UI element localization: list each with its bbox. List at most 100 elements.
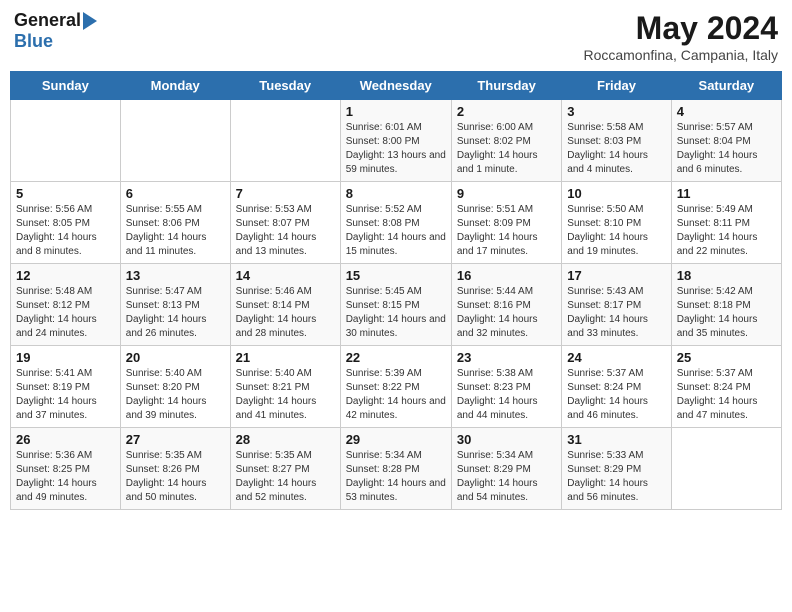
- logo: General Blue: [14, 10, 99, 52]
- calendar-week-row: 19 Sunrise: 5:41 AMSunset: 8:19 PMDayligh…: [11, 346, 782, 428]
- calendar-cell: 17 Sunrise: 5:43 AMSunset: 8:17 PMDayligh…: [562, 264, 671, 346]
- day-info: Sunrise: 5:39 AMSunset: 8:22 PMDaylight:…: [346, 367, 446, 423]
- day-number: 10: [567, 186, 665, 201]
- calendar-cell: 28 Sunrise: 5:35 AMSunset: 8:27 PMDayligh…: [230, 428, 340, 510]
- logo-blue: Blue: [14, 31, 53, 51]
- day-number: 25: [677, 350, 776, 365]
- day-number: 30: [457, 432, 556, 447]
- day-number: 6: [126, 186, 225, 201]
- day-info: Sunrise: 5:52 AMSunset: 8:08 PMDaylight:…: [346, 203, 446, 259]
- month-title: May 2024: [583, 10, 778, 47]
- day-info: Sunrise: 6:01 AMSunset: 8:00 PMDaylight:…: [346, 121, 446, 177]
- logo-triangle-icon: [83, 12, 97, 30]
- page-header: General Blue May 2024 Roccamonfina, Camp…: [10, 10, 782, 63]
- calendar-cell: 11 Sunrise: 5:49 AMSunset: 8:11 PMDayligh…: [671, 182, 781, 264]
- calendar-cell: 16 Sunrise: 5:44 AMSunset: 8:16 PMDayligh…: [451, 264, 561, 346]
- day-info: Sunrise: 5:55 AMSunset: 8:06 PMDaylight:…: [126, 203, 225, 259]
- day-number: 7: [236, 186, 335, 201]
- calendar-cell: 18Sunrise: 5:42 AMSunset: 8:18 PMDayligh…: [671, 264, 781, 346]
- day-number: 9: [457, 186, 556, 201]
- calendar-cell: [11, 100, 121, 182]
- day-info: Sunrise: 5:37 AMSunset: 8:24 PMDaylight:…: [567, 367, 665, 423]
- day-info: Sunrise: 6:00 AMSunset: 8:02 PMDaylight:…: [457, 121, 556, 177]
- calendar-cell: 30 Sunrise: 5:34 AMSunset: 8:29 PMDayligh…: [451, 428, 561, 510]
- day-info: Sunrise: 5:48 AMSunset: 8:12 PMDaylight:…: [16, 285, 115, 341]
- calendar-table: SundayMondayTuesdayWednesdayThursdayFrid…: [10, 71, 782, 510]
- day-number: 2: [457, 104, 556, 119]
- day-info: Sunrise: 5:57 AMSunset: 8:04 PMDaylight:…: [677, 121, 776, 177]
- calendar-cell: 15 Sunrise: 5:45 AMSunset: 8:15 PMDayligh…: [340, 264, 451, 346]
- weekday-header-row: SundayMondayTuesdayWednesdayThursdayFrid…: [11, 72, 782, 100]
- day-info: Sunrise: 5:40 AMSunset: 8:21 PMDaylight:…: [236, 367, 335, 423]
- day-info: Sunrise: 5:38 AMSunset: 8:23 PMDaylight:…: [457, 367, 556, 423]
- title-block: May 2024 Roccamonfina, Campania, Italy: [583, 10, 778, 63]
- calendar-week-row: 5 Sunrise: 5:56 AMSunset: 8:05 PMDaylight…: [11, 182, 782, 264]
- calendar-cell: [120, 100, 230, 182]
- calendar-cell: 6 Sunrise: 5:55 AMSunset: 8:06 PMDaylight…: [120, 182, 230, 264]
- day-info: Sunrise: 5:43 AMSunset: 8:17 PMDaylight:…: [567, 285, 665, 341]
- day-number: 23: [457, 350, 556, 365]
- calendar-cell: 13 Sunrise: 5:47 AMSunset: 8:13 PMDayligh…: [120, 264, 230, 346]
- day-info: Sunrise: 5:53 AMSunset: 8:07 PMDaylight:…: [236, 203, 335, 259]
- calendar-cell: 26Sunrise: 5:36 AMSunset: 8:25 PMDayligh…: [11, 428, 121, 510]
- day-number: 14: [236, 268, 335, 283]
- day-info: Sunrise: 5:37 AMSunset: 8:24 PMDaylight:…: [677, 367, 776, 423]
- calendar-cell: 4 Sunrise: 5:57 AMSunset: 8:04 PMDaylight…: [671, 100, 781, 182]
- calendar-cell: 10Sunrise: 5:50 AMSunset: 8:10 PMDayligh…: [562, 182, 671, 264]
- day-number: 16: [457, 268, 556, 283]
- day-number: 17: [567, 268, 665, 283]
- day-info: Sunrise: 5:47 AMSunset: 8:13 PMDaylight:…: [126, 285, 225, 341]
- day-number: 24: [567, 350, 665, 365]
- day-info: Sunrise: 5:34 AMSunset: 8:29 PMDaylight:…: [457, 449, 556, 505]
- calendar-cell: 19 Sunrise: 5:41 AMSunset: 8:19 PMDayligh…: [11, 346, 121, 428]
- day-info: Sunrise: 5:35 AMSunset: 8:27 PMDaylight:…: [236, 449, 335, 505]
- weekday-header: Saturday: [671, 72, 781, 100]
- calendar-cell: 31 Sunrise: 5:33 AMSunset: 8:29 PMDayligh…: [562, 428, 671, 510]
- day-number: 13: [126, 268, 225, 283]
- day-number: 8: [346, 186, 446, 201]
- calendar-cell: 27 Sunrise: 5:35 AMSunset: 8:26 PMDayligh…: [120, 428, 230, 510]
- day-number: 27: [126, 432, 225, 447]
- day-number: 31: [567, 432, 665, 447]
- day-info: Sunrise: 5:35 AMSunset: 8:26 PMDaylight:…: [126, 449, 225, 505]
- day-info: Sunrise: 5:56 AMSunset: 8:05 PMDaylight:…: [16, 203, 115, 259]
- calendar-cell: 14 Sunrise: 5:46 AMSunset: 8:14 PMDayligh…: [230, 264, 340, 346]
- calendar-cell: 7 Sunrise: 5:53 AMSunset: 8:07 PMDaylight…: [230, 182, 340, 264]
- day-number: 18: [677, 268, 776, 283]
- calendar-cell: 2 Sunrise: 6:00 AMSunset: 8:02 PMDaylight…: [451, 100, 561, 182]
- day-number: 20: [126, 350, 225, 365]
- day-info: Sunrise: 5:41 AMSunset: 8:19 PMDaylight:…: [16, 367, 115, 423]
- calendar-week-row: 12Sunrise: 5:48 AMSunset: 8:12 PMDayligh…: [11, 264, 782, 346]
- day-info: Sunrise: 5:51 AMSunset: 8:09 PMDaylight:…: [457, 203, 556, 259]
- day-info: Sunrise: 5:33 AMSunset: 8:29 PMDaylight:…: [567, 449, 665, 505]
- day-info: Sunrise: 5:46 AMSunset: 8:14 PMDaylight:…: [236, 285, 335, 341]
- day-info: Sunrise: 5:49 AMSunset: 8:11 PMDaylight:…: [677, 203, 776, 259]
- day-number: 29: [346, 432, 446, 447]
- calendar-cell: [671, 428, 781, 510]
- calendar-cell: 1Sunrise: 6:01 AMSunset: 8:00 PMDaylight…: [340, 100, 451, 182]
- day-number: 19: [16, 350, 115, 365]
- calendar-cell: 21 Sunrise: 5:40 AMSunset: 8:21 PMDayligh…: [230, 346, 340, 428]
- weekday-header: Sunday: [11, 72, 121, 100]
- calendar-cell: 20 Sunrise: 5:40 AMSunset: 8:20 PMDayligh…: [120, 346, 230, 428]
- calendar-week-row: 1Sunrise: 6:01 AMSunset: 8:00 PMDaylight…: [11, 100, 782, 182]
- day-number: 5: [16, 186, 115, 201]
- day-number: 26: [16, 432, 115, 447]
- day-number: 15: [346, 268, 446, 283]
- weekday-header: Friday: [562, 72, 671, 100]
- day-info: Sunrise: 5:40 AMSunset: 8:20 PMDaylight:…: [126, 367, 225, 423]
- calendar-cell: [230, 100, 340, 182]
- logo-general: General: [14, 10, 81, 31]
- calendar-cell: 22 Sunrise: 5:39 AMSunset: 8:22 PMDayligh…: [340, 346, 451, 428]
- day-info: Sunrise: 5:34 AMSunset: 8:28 PMDaylight:…: [346, 449, 446, 505]
- day-number: 4: [677, 104, 776, 119]
- calendar-week-row: 26Sunrise: 5:36 AMSunset: 8:25 PMDayligh…: [11, 428, 782, 510]
- day-number: 21: [236, 350, 335, 365]
- day-info: Sunrise: 5:45 AMSunset: 8:15 PMDaylight:…: [346, 285, 446, 341]
- day-number: 11: [677, 186, 776, 201]
- day-number: 28: [236, 432, 335, 447]
- calendar-cell: 5 Sunrise: 5:56 AMSunset: 8:05 PMDaylight…: [11, 182, 121, 264]
- day-number: 22: [346, 350, 446, 365]
- day-info: Sunrise: 5:44 AMSunset: 8:16 PMDaylight:…: [457, 285, 556, 341]
- calendar-cell: 24 Sunrise: 5:37 AMSunset: 8:24 PMDayligh…: [562, 346, 671, 428]
